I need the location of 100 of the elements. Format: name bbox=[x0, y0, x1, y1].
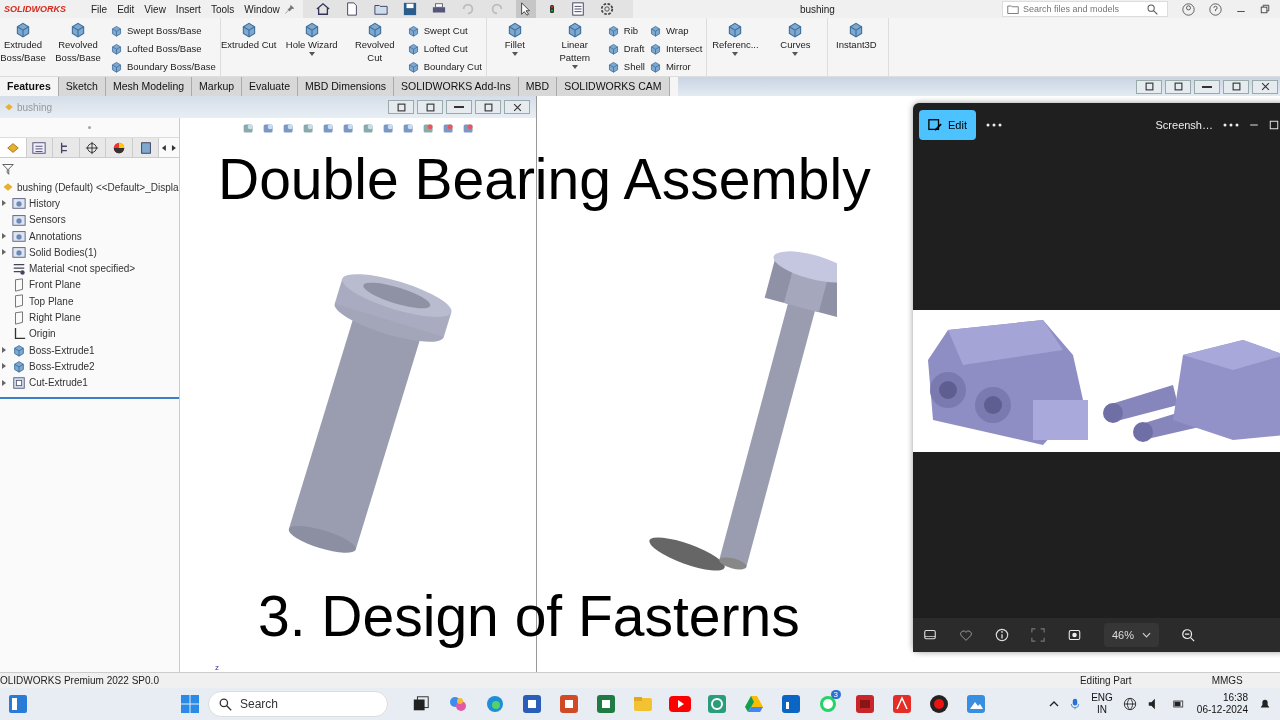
menu-item[interactable]: File bbox=[86, 3, 113, 15]
edit-button[interactable]: Edit bbox=[919, 110, 976, 140]
search-input[interactable]: Search files and models bbox=[1023, 4, 1143, 14]
zoom-dropdown[interactable]: 46% bbox=[1104, 623, 1160, 647]
play-icon[interactable] bbox=[668, 696, 691, 712]
maximize-button[interactable] bbox=[475, 100, 501, 114]
menu-item[interactable]: Edit bbox=[112, 3, 140, 15]
tree-item[interactable]: Sensors bbox=[0, 211, 179, 228]
document-icon[interactable] bbox=[521, 694, 542, 714]
menu-item[interactable]: Window bbox=[239, 3, 285, 15]
start-icon[interactable] bbox=[180, 694, 200, 714]
pdf-icon[interactable] bbox=[891, 694, 912, 714]
tree-item[interactable]: Top Plane bbox=[0, 293, 179, 310]
tree-item[interactable]: Material <not specified> bbox=[0, 260, 179, 277]
minimize-button[interactable] bbox=[1194, 79, 1220, 94]
photos-icon[interactable] bbox=[965, 694, 986, 714]
ribbon-button[interactable]: Fillet bbox=[486, 20, 543, 76]
tree-item[interactable]: Annotations bbox=[0, 227, 179, 245]
swirl-icon[interactable] bbox=[447, 694, 468, 714]
chat-icon[interactable] bbox=[817, 694, 838, 714]
ribbon-button[interactable]: Extruded Boss/Base bbox=[0, 20, 46, 76]
panel-tab[interactable] bbox=[106, 138, 133, 157]
search-field[interactable]: Search bbox=[208, 691, 388, 717]
screen-icon[interactable] bbox=[1067, 629, 1082, 641]
ribbon-button[interactable]: Curves bbox=[767, 20, 824, 76]
ribbon-button[interactable]: Rib bbox=[606, 22, 645, 38]
ribbon-button[interactable]: Revolved Boss/Base bbox=[50, 20, 106, 76]
command-tab[interactable]: MBD bbox=[518, 77, 558, 96]
close-button[interactable] bbox=[504, 100, 530, 114]
crop-icon[interactable] bbox=[1031, 628, 1045, 642]
heart-icon[interactable] bbox=[959, 628, 973, 642]
ribbon-button[interactable]: Draft bbox=[606, 40, 645, 56]
help-icon[interactable] bbox=[1209, 2, 1222, 16]
cad-app-icon[interactable] bbox=[854, 694, 875, 714]
command-tab[interactable]: Sketch bbox=[58, 77, 106, 96]
chevron-up-icon[interactable] bbox=[1049, 700, 1060, 708]
ribbon-button[interactable]: Referenc... bbox=[707, 20, 764, 76]
tree-item[interactable]: History bbox=[0, 195, 179, 212]
tree-item[interactable]: Front Plane bbox=[0, 276, 179, 294]
clock[interactable]: 16:38 06-12-2024 bbox=[1196, 692, 1248, 716]
spreadsheet-icon[interactable] bbox=[595, 694, 616, 714]
browser-icon[interactable] bbox=[484, 694, 505, 714]
tile-right-button[interactable] bbox=[417, 100, 443, 114]
panel-tab[interactable] bbox=[79, 138, 107, 157]
bell-icon[interactable] bbox=[1258, 697, 1272, 711]
ribbon-button[interactable]: Lofted Cut bbox=[406, 40, 482, 56]
maximize-button[interactable] bbox=[1223, 79, 1249, 94]
user-icon[interactable] bbox=[1182, 2, 1195, 16]
tree-item[interactable]: bushing (Default) <<Default>_Displa bbox=[0, 179, 179, 196]
tile-left-button[interactable] bbox=[388, 100, 414, 114]
ribbon-button[interactable]: Instant3D bbox=[828, 20, 885, 76]
filmstrip-icon[interactable] bbox=[923, 629, 937, 641]
filter-icon[interactable] bbox=[2, 162, 14, 175]
panel-tab[interactable] bbox=[132, 138, 160, 157]
pin-icon[interactable] bbox=[284, 4, 295, 14]
search-field[interactable]: Search files and models bbox=[1002, 1, 1168, 17]
tile-right-button[interactable] bbox=[1165, 79, 1191, 94]
task-view-icon[interactable] bbox=[411, 695, 430, 713]
language-indicator[interactable]: ENG IN bbox=[1091, 692, 1113, 716]
menu-item[interactable]: View bbox=[139, 3, 171, 15]
ribbon-button[interactable]: Boundary Cut bbox=[406, 58, 482, 74]
minimize-button[interactable] bbox=[446, 100, 472, 114]
command-tab[interactable]: MBD Dimensions bbox=[298, 77, 395, 96]
rollback-bar[interactable] bbox=[0, 396, 179, 399]
triangle-icon[interactable] bbox=[743, 694, 764, 714]
ribbon-button[interactable]: Swept Cut bbox=[406, 22, 482, 38]
menu-item[interactable]: Insert bbox=[170, 3, 206, 15]
command-tab[interactable]: SOLIDWORKS CAM bbox=[557, 77, 670, 96]
close-button[interactable] bbox=[1252, 79, 1278, 94]
zoom-out-icon[interactable] bbox=[1181, 628, 1196, 642]
restore-icon[interactable] bbox=[1260, 4, 1270, 14]
ribbon-button[interactable]: Extruded Cut bbox=[220, 20, 277, 76]
menu-item[interactable]: Tools bbox=[205, 3, 240, 15]
command-tab[interactable]: SOLIDWORKS Add-Ins bbox=[394, 77, 519, 96]
ribbon-button[interactable]: Revolved Cut bbox=[346, 20, 403, 76]
slides-icon[interactable] bbox=[558, 694, 579, 714]
ribbon-button[interactable]: Boundary Boss/Base bbox=[110, 58, 216, 74]
ribbon-button[interactable]: Hole Wizard bbox=[280, 20, 343, 76]
ribbon-button[interactable]: Intersect bbox=[648, 40, 703, 56]
ribbon-button[interactable]: Swept Boss/Base bbox=[110, 22, 216, 38]
tree-item[interactable]: Right Plane bbox=[0, 309, 179, 326]
ribbon-button[interactable]: Linear Pattern bbox=[546, 20, 603, 76]
tree-item[interactable]: Boss-Extrude1 bbox=[0, 341, 179, 359]
tree-item[interactable]: Origin bbox=[0, 325, 179, 342]
ribbon-button[interactable]: Lofted Boss/Base bbox=[110, 40, 216, 56]
globe-icon[interactable] bbox=[1122, 697, 1137, 711]
command-tab[interactable]: Mesh Modeling bbox=[105, 77, 193, 96]
more-icon[interactable] bbox=[1223, 122, 1239, 128]
select-button[interactable] bbox=[515, 0, 536, 18]
microphone-icon[interactable] bbox=[1069, 697, 1082, 711]
tree-item[interactable]: Solid Bodies(1) bbox=[0, 244, 179, 261]
maximize-icon[interactable] bbox=[1269, 120, 1279, 130]
ribbon-button[interactable]: Wrap bbox=[648, 22, 703, 38]
more-icon[interactable] bbox=[985, 122, 1002, 128]
command-tab[interactable]: Evaluate bbox=[242, 77, 298, 96]
command-tab[interactable]: Markup bbox=[192, 77, 243, 96]
tile-left-button[interactable] bbox=[1136, 79, 1162, 94]
widgets-icon[interactable] bbox=[8, 694, 28, 714]
ribbon-button[interactable]: Shell bbox=[606, 58, 645, 74]
record-icon[interactable] bbox=[928, 694, 949, 714]
